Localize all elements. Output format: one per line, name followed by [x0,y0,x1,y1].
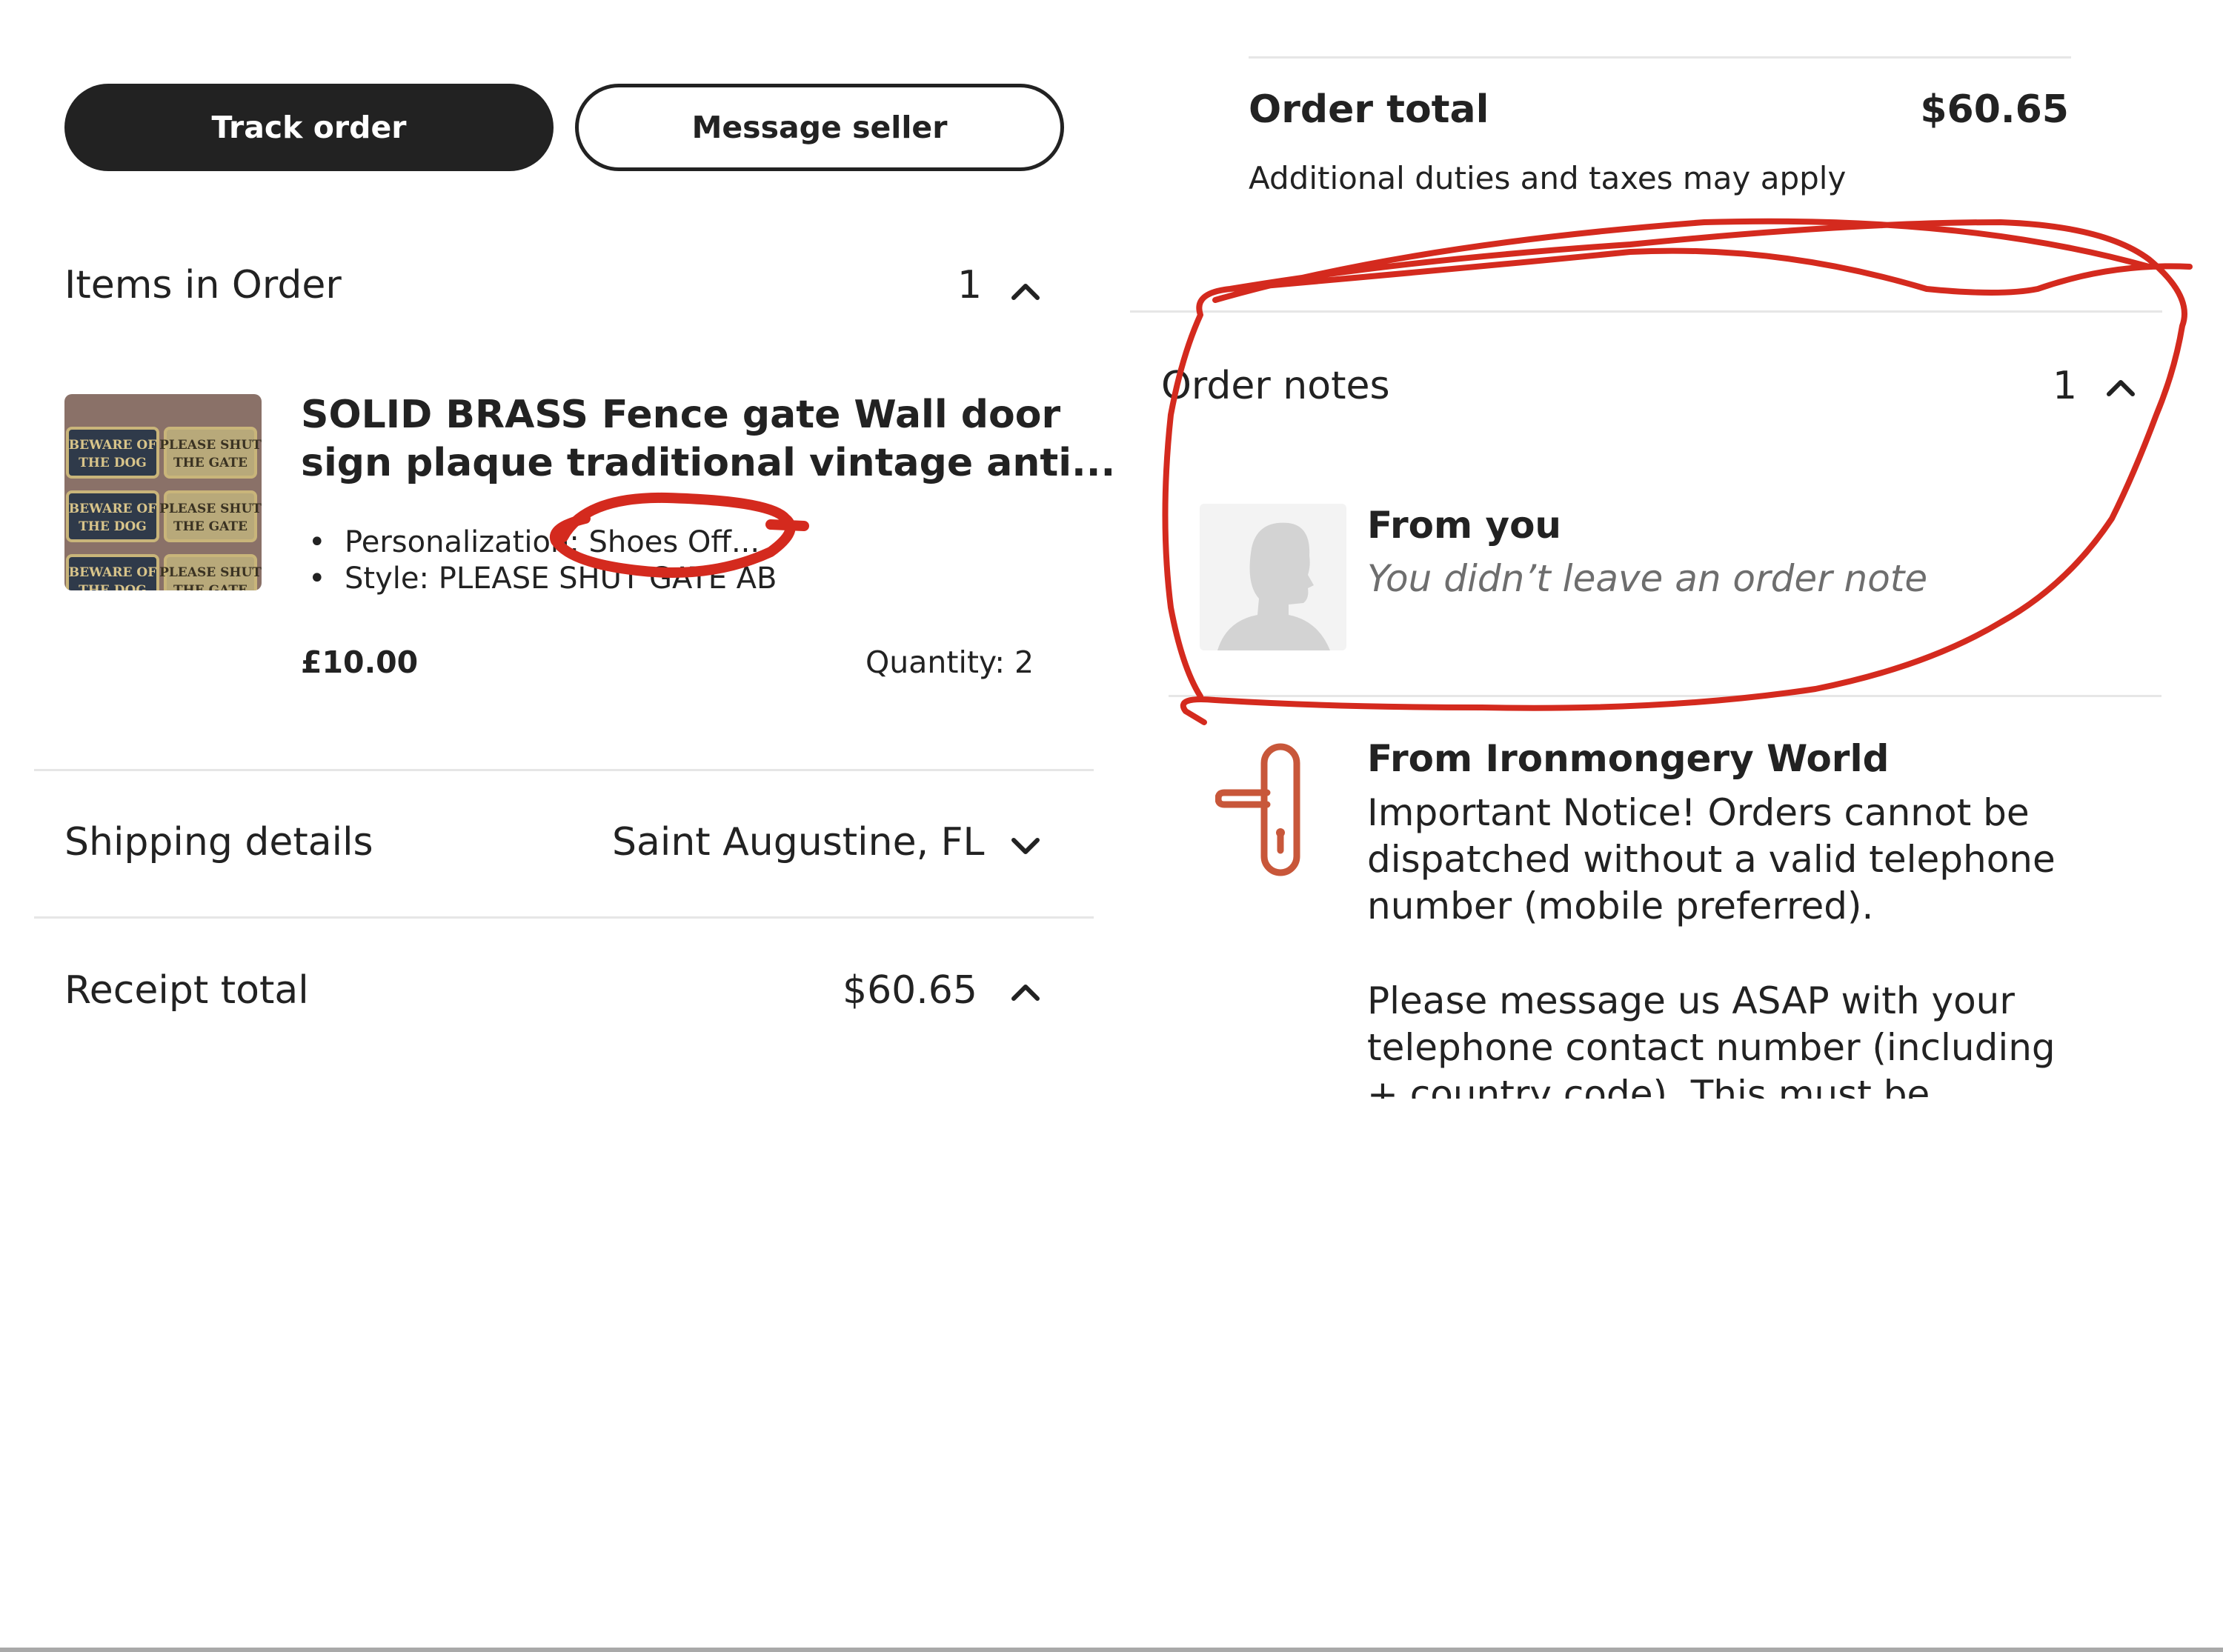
person-silhouette-icon [1217,522,1330,650]
notice-line: + country code). This must be [1367,1073,1930,1099]
plaque-text: BEWARE OF [69,438,156,453]
plaque-text: THE GATE [173,583,247,590]
items-count: 1 [957,263,983,307]
item-thumbnail[interactable]: BEWARE OF THE DOG PLEASE SHUT THE GATE BEWAR… [64,394,262,590]
receipt-total-label[interactable]: Receipt total [64,968,309,1013]
divider [34,769,1094,771]
bullet-dot: • [308,562,345,596]
notice-line: Important Notice! Orders cannot be [1367,791,2030,834]
chevron-up-icon[interactable] [2104,372,2137,404]
plaque-text: THE DOG [79,519,147,534]
plaque-text: PLEASE SHUT [159,438,262,453]
notice-line: number (mobile preferred). [1367,885,1874,927]
item-quantity: Quantity: 2 [865,645,1034,680]
personalization-value: Shoes Off... [588,525,760,559]
seller-note-from: From Ironmongery World [1367,737,1890,780]
style-row: • Style: PLEASE SHUT GATE AB [308,560,777,597]
plaque-text: THE DOG [79,456,147,470]
chevron-up-icon[interactable] [1009,976,1042,1009]
items-in-order-title: Items in Order [64,263,342,307]
shipping-location: Saint Augustine, FL [612,820,985,865]
personalization-label: Personalization: [345,525,579,559]
seller-note-paragraph2: Please message us ASAP with your telepho… [1367,978,2056,1099]
plaque-text: THE GATE [173,519,247,534]
style-text: Style: PLEASE SHUT GATE AB [345,562,777,596]
plaque-text: BEWARE OF [69,565,156,580]
personalization-row: • Personalization: Shoes Off... [308,524,760,561]
order-total-label: Order total [1249,87,1489,132]
plaque-text: THE DOG [79,583,147,590]
item-title-line1[interactable]: SOLID BRASS Fence gate Wall door [301,391,1060,439]
plaque-text: BEWARE OF [69,502,156,516]
chevron-up-icon[interactable] [1009,276,1042,308]
notice-line: telephone contact number (including [1367,1026,2056,1069]
item-price: £10.00 [301,645,419,680]
brass-plaques-image: BEWARE OF THE DOG PLEASE SHUT THE GATE BEWAR… [66,427,262,590]
from-you-label: From you [1367,504,1562,547]
avatar [1200,504,1346,650]
plaque-text: PLEASE SHUT [159,502,262,516]
shipping-details-label[interactable]: Shipping details [64,820,373,865]
order-notes-title[interactable]: Order notes [1161,364,1390,408]
notice-line: dispatched without a valid telephone [1367,838,2056,881]
order-notes-count: 1 [2053,364,2078,408]
no-order-note-text: You didn’t leave an order note [1367,557,1928,600]
bottom-edge [0,1648,2223,1652]
divider [1249,56,2071,59]
chevron-down-icon[interactable] [1009,830,1042,862]
receipt-total-value: $60.65 [843,968,977,1013]
plaque-text: PLEASE SHUT [159,565,262,580]
order-total-value: $60.65 [1920,87,2069,132]
divider [34,916,1094,919]
bullet-dot: • [308,525,345,559]
track-order-button[interactable]: Track order [64,84,554,171]
door-handle-icon [1215,743,1300,876]
item-title-line2[interactable]: sign plaque traditional vintage anti... [301,439,1115,487]
duties-note: Additional duties and taxes may apply [1249,160,1847,196]
message-seller-button[interactable]: Message seller [575,84,1064,171]
seller-note-paragraph1: Important Notice! Orders cannot be dispa… [1367,790,2056,930]
divider [1169,695,2161,697]
plaque-text: THE GATE [173,456,247,470]
divider [1130,310,2162,313]
notice-line: Please message us ASAP with your [1367,979,2015,1022]
